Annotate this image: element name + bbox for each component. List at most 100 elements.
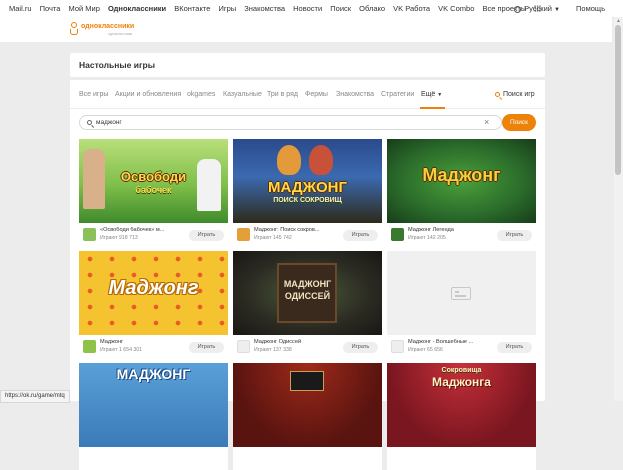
image-placeholder-icon — [451, 287, 471, 300]
game-name[interactable]: «Освободи бабочек» м... — [100, 227, 192, 233]
game-thumbnail — [237, 340, 250, 353]
games-panel: Все игры Акции и обновления okgames Казу… — [70, 80, 545, 470]
portal-link-ok[interactable]: Одноклассники — [108, 4, 166, 13]
active-tab-indicator — [420, 107, 445, 109]
portal-link-news[interactable]: Новости — [293, 4, 322, 13]
portal-link-search[interactable]: Поиск — [330, 4, 351, 13]
portal-link-vkwork[interactable]: VK Работа — [393, 4, 430, 13]
tab-search-label: Поиск игр — [503, 91, 535, 98]
play-button[interactable]: Играть — [189, 342, 224, 353]
category-tabs: Все игры Акции и обновления okgames Казу… — [70, 80, 545, 109]
game-thumbnail — [391, 340, 404, 353]
game-art-title: Маджонг — [108, 277, 199, 299]
portal-link-cloud[interactable]: Облако — [359, 4, 385, 13]
tab-strategies[interactable]: Стратегии — [381, 91, 414, 98]
game-art-title: Маджонга — [432, 375, 491, 389]
game-players: Играют 65 656 — [408, 347, 443, 353]
game-art[interactable]: МАДЖОНГ — [79, 363, 228, 447]
game-name[interactable]: Маджонг - Волшебные ... — [408, 339, 500, 345]
game-art-subtitle: ПОИСК СОКРОВИЩ — [273, 197, 342, 204]
play-button[interactable]: Играть — [189, 230, 224, 241]
game-art[interactable]: Освободи бабочек — [79, 139, 228, 223]
chevron-down-icon: ▼ — [553, 7, 560, 13]
play-button[interactable]: Играть — [497, 342, 532, 353]
search-input[interactable] — [96, 116, 476, 129]
tab-more[interactable]: Ещё ▼ — [421, 91, 442, 98]
game-name[interactable]: Маджонг: Поиск сокров... — [254, 227, 346, 233]
portal-link-vkcombo[interactable]: VK Combo — [438, 4, 474, 13]
portal-topbar: Mail.ru Почта Мой Мир Одноклассники ВКон… — [0, 0, 623, 18]
search-field[interactable]: × — [79, 115, 502, 130]
portal-link-moymir[interactable]: Мой Мир — [69, 4, 100, 13]
tab-farms[interactable]: Фермы — [305, 91, 328, 98]
status-url: https://ok.ru/game/mtq — [0, 390, 70, 403]
game-card[interactable]: Маджонг - Волшебные ... Играют 65 656 Иг… — [387, 251, 536, 358]
game-art[interactable]: Сокровища Маджонга — [387, 363, 536, 447]
game-art-subtitle: бабочек — [135, 185, 172, 195]
game-name[interactable]: Маджонг Одиссей — [254, 339, 346, 345]
game-card[interactable]: Маджонг Маджонг Легенда Играют 142 205 И… — [387, 139, 536, 246]
portal-links: Mail.ru Почта Мой Мир Одноклассники ВКон… — [9, 0, 553, 17]
tab-all-games[interactable]: Все игры — [79, 91, 108, 98]
search-icon — [495, 92, 500, 97]
play-button[interactable]: Играть — [343, 230, 378, 241]
clear-icon[interactable]: × — [484, 117, 489, 128]
portal-link-mailru[interactable]: Mail.ru — [9, 4, 32, 13]
help-link[interactable]: Помощь — [576, 4, 605, 13]
page-scrollbar[interactable]: ▲ — [614, 17, 623, 401]
globe-icon — [514, 6, 522, 13]
game-art[interactable]: Маджонг — [79, 251, 228, 335]
search-icon — [87, 120, 92, 125]
game-name[interactable]: Маджонг — [100, 339, 192, 345]
tab-dating[interactable]: Знакомства — [336, 91, 374, 98]
game-thumbnail — [237, 228, 250, 241]
tab-casual[interactable]: Казуальные — [223, 91, 262, 98]
game-name[interactable]: Маджонг Легенда — [408, 227, 500, 233]
page-title: Настольные игры — [79, 60, 155, 70]
game-art[interactable]: МАДЖОНГ ОДИССЕЙ — [233, 251, 382, 335]
search-button[interactable]: Поиск — [502, 114, 536, 131]
play-button[interactable]: Играть — [343, 342, 378, 353]
game-art[interactable] — [387, 251, 536, 335]
ok-header: одноклассники одноклассники — [0, 17, 612, 42]
play-button[interactable]: Играть — [497, 230, 532, 241]
game-card[interactable]: МАДЖОНГ ОДИССЕЙ Маджонг Одиссей Играют 1… — [233, 251, 382, 358]
game-thumbnail — [83, 228, 96, 241]
scroll-up-icon[interactable]: ▲ — [616, 18, 621, 24]
game-thumbnail — [391, 228, 404, 241]
language-label: Русский — [524, 4, 552, 13]
game-art-title: Маджонг — [422, 165, 501, 185]
game-art[interactable] — [233, 363, 382, 447]
game-art-title: МАДЖОНГ — [116, 366, 191, 382]
ok-logo-text: одноклассники — [81, 23, 135, 30]
game-card[interactable]: Освободи бабочек «Освободи бабочек» м...… — [79, 139, 228, 246]
game-card[interactable]: МАДЖОНГ — [79, 363, 228, 470]
game-card[interactable]: Маджонг Маджонг Играют 1 654 301 Играть — [79, 251, 228, 358]
tab-match3[interactable]: Три в ряд — [267, 91, 298, 98]
ok-logo-subtext: одноклассники — [108, 32, 133, 36]
portal-link-games[interactable]: Игры — [218, 4, 236, 13]
game-card[interactable] — [233, 363, 382, 470]
scrollbar-thumb[interactable] — [615, 25, 621, 175]
game-art[interactable]: МАДЖОНГ ПОИСК СОКРОВИЩ — [233, 139, 382, 223]
game-card[interactable]: МАДЖОНГ ПОИСК СОКРОВИЩ Маджонг: Поиск со… — [233, 139, 382, 246]
game-players: Играют 137 338 — [254, 347, 292, 353]
tab-search-games[interactable]: Поиск игр — [495, 91, 535, 98]
chevron-down-icon: ▼ — [437, 92, 443, 98]
game-players: Играют 145 742 — [254, 235, 292, 241]
portal-link-mail[interactable]: Почта — [40, 4, 61, 13]
language-selector[interactable]: Русский ▼ — [514, 4, 560, 13]
game-card[interactable]: Сокровища Маджонга — [387, 363, 536, 470]
game-art-title: Освободи — [120, 169, 187, 184]
game-art-subtitle: Сокровища — [441, 367, 482, 374]
page-title-card: Настольные игры — [70, 53, 545, 77]
game-art[interactable]: Маджонг — [387, 139, 536, 223]
tab-okgames[interactable]: okgames — [187, 91, 215, 98]
game-art-title: МАДЖОНГ — [283, 279, 332, 289]
game-players: Играют 1 654 301 — [100, 347, 143, 353]
game-thumbnail — [83, 340, 96, 353]
portal-link-dating[interactable]: Знакомства — [244, 4, 285, 13]
game-players: Играют 142 205 — [408, 235, 446, 241]
portal-link-vk[interactable]: ВКонтакте — [174, 4, 210, 13]
tab-promotions[interactable]: Акции и обновления — [115, 91, 181, 98]
